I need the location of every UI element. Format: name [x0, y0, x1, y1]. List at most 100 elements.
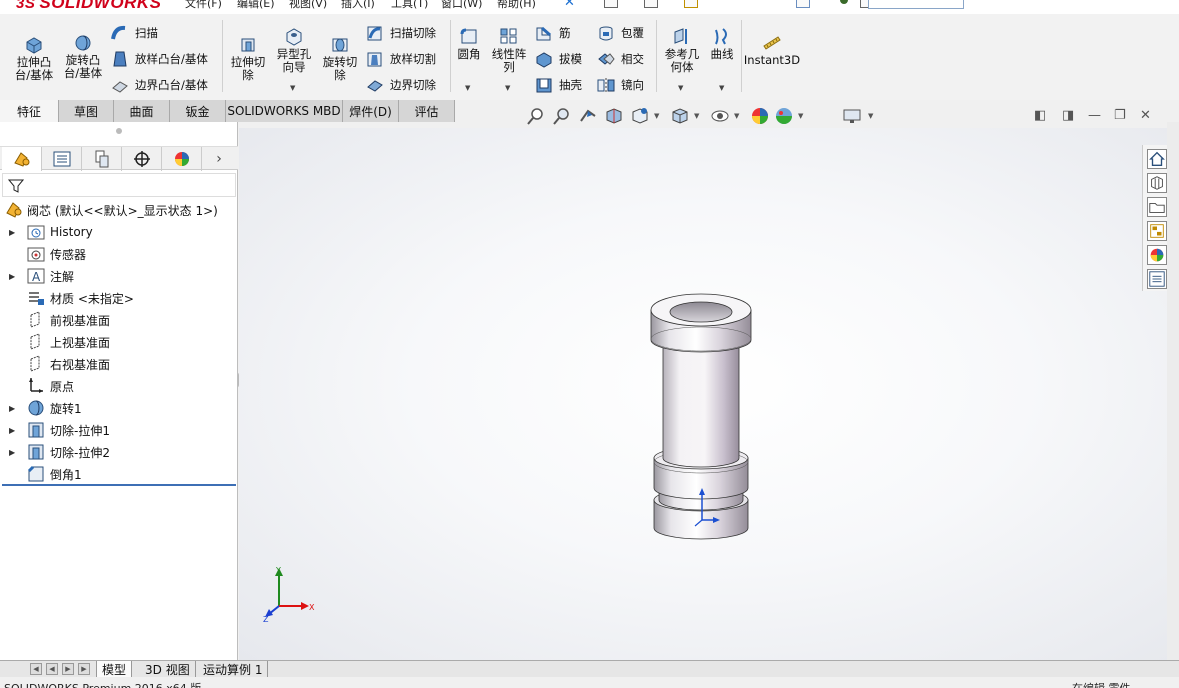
first-tab-arrow-icon[interactable]: ◀	[30, 663, 42, 675]
new-document-icon[interactable]	[604, 0, 618, 8]
menu-insert[interactable]: 插入(I)	[341, 0, 375, 11]
menu-edit[interactable]: 编辑(E)	[237, 0, 275, 11]
mirror-button[interactable]: 镜向	[596, 76, 644, 94]
swept-cut-button[interactable]: 扫描切除	[365, 24, 436, 42]
intersect-button[interactable]: 相交	[596, 50, 644, 68]
tab-mbd[interactable]: SOLIDWORKS MBD	[226, 100, 343, 122]
tab-dimxpert-manager[interactable]	[122, 147, 162, 171]
tree-item-top-plane[interactable]: 上视基准面	[0, 331, 238, 353]
lofted-cut-button[interactable]: 放样切割	[365, 50, 436, 68]
last-tab-arrow-icon[interactable]: ▶	[78, 663, 90, 675]
search-commands-input[interactable]	[868, 0, 964, 9]
menu-help[interactable]: 帮助(H)	[497, 0, 536, 11]
rib-button[interactable]: 筋	[534, 24, 571, 42]
menu-file[interactable]: 文件(F)	[185, 0, 222, 11]
restore-icon[interactable]: ❐	[1114, 108, 1126, 123]
open-icon[interactable]	[644, 0, 658, 8]
minimize-icon[interactable]: —	[1088, 108, 1101, 123]
options-icon[interactable]	[840, 0, 848, 4]
expand-arrow-icon[interactable]: ▶	[9, 228, 15, 237]
tree-item-cut-extrude2[interactable]: ▶ 切除-拉伸2	[0, 441, 238, 463]
fillet-dropdown-icon[interactable]: ▼	[465, 84, 470, 92]
section-view-icon[interactable]	[604, 106, 624, 126]
expand-arrow-icon[interactable]: ▶	[9, 426, 15, 435]
loft-boss-button[interactable]: 放样凸台/基体	[110, 50, 208, 68]
panel-grip-handle[interactable]	[116, 128, 122, 134]
boundary-cut-button[interactable]: 边界切除	[365, 76, 436, 94]
prev-tab-arrow-icon[interactable]: ◀	[46, 663, 58, 675]
tree-item-sensors[interactable]: 传感器	[0, 243, 238, 265]
tab-model[interactable]: 模型	[96, 661, 133, 677]
tree-item-chamfer1[interactable]: 倒角1	[0, 463, 238, 485]
rebuild-icon[interactable]	[684, 0, 698, 8]
tab-surfaces[interactable]: 曲面	[114, 100, 170, 122]
shell-button[interactable]: 抽壳	[534, 76, 582, 94]
expand-arrow-icon[interactable]: ▶	[9, 404, 15, 413]
display-style-dropdown-icon[interactable]: ▼	[694, 112, 699, 120]
file-explorer-icon[interactable]	[1147, 197, 1167, 217]
tab-motion-study[interactable]: 运动算例 1	[198, 661, 269, 677]
tab-sketch[interactable]: 草图	[59, 100, 114, 122]
expand-arrow-icon[interactable]: ▶	[9, 272, 15, 281]
dynamic-annotation-icon[interactable]	[630, 106, 650, 126]
extrude-cut-button[interactable]: 拉伸切 除	[226, 34, 270, 82]
rollback-bar[interactable]	[2, 484, 236, 486]
tree-filter[interactable]	[2, 173, 236, 197]
part-model-view[interactable]	[239, 128, 1167, 660]
edit-appearance-icon[interactable]	[750, 106, 770, 126]
display-style-icon[interactable]	[670, 106, 690, 126]
solidworks-logo[interactable]: 3S SOLIDWORKS	[16, 0, 161, 13]
hole-wizard-button[interactable]: 异型孔 向导	[272, 26, 316, 74]
wrap-button[interactable]: 包覆	[596, 24, 644, 42]
view-orientation-dropdown-icon[interactable]: ▼	[654, 112, 659, 120]
instant3d-button[interactable]: Instant3D	[744, 32, 800, 67]
vertical-scrollbar[interactable]	[1167, 122, 1179, 660]
tab-3d-views[interactable]: 3D 视图	[140, 661, 196, 677]
menu-tools[interactable]: 工具(T)	[391, 0, 428, 11]
design-library-icon[interactable]	[1147, 173, 1167, 193]
tree-root-part[interactable]: 阀芯 (默认<<默认>_显示状态 1>)	[0, 199, 238, 221]
sweep-button[interactable]: 扫描	[110, 24, 158, 42]
hide-show-dropdown-icon[interactable]: ▼	[734, 112, 739, 120]
custom-properties-icon[interactable]	[1147, 269, 1167, 289]
tile-left-icon[interactable]: ◧	[1034, 108, 1046, 123]
revolve-cut-button[interactable]: 旋转切 除	[318, 34, 362, 82]
tile-right-icon[interactable]: ◨	[1062, 108, 1074, 123]
close-icon[interactable]: ✕	[1140, 108, 1151, 123]
view-palette-icon[interactable]	[1147, 221, 1167, 241]
graphics-area[interactable]: Y X Z	[239, 128, 1167, 660]
tab-configuration-manager[interactable]	[82, 147, 122, 171]
appearances-icon[interactable]	[1147, 245, 1167, 265]
tab-features[interactable]: 特征	[0, 100, 59, 122]
curves-button[interactable]: 曲线	[706, 26, 738, 61]
select-icon[interactable]	[796, 0, 810, 8]
zoom-to-area-icon[interactable]	[552, 106, 572, 126]
next-tab-arrow-icon[interactable]: ▶	[62, 663, 74, 675]
tree-item-cut-extrude1[interactable]: ▶ 切除-拉伸1	[0, 419, 238, 441]
expand-arrow-icon[interactable]: ▶	[9, 448, 15, 457]
more-tabs-arrow-icon[interactable]: ›	[202, 147, 236, 171]
fillet-button[interactable]: 圆角	[452, 26, 486, 61]
hole-wizard-dropdown-icon[interactable]: ▼	[290, 84, 295, 92]
menu-window[interactable]: 窗口(W)	[441, 0, 482, 11]
reference-geometry-dropdown-icon[interactable]: ▼	[678, 84, 683, 92]
view-settings-dropdown-icon[interactable]: ▼	[868, 112, 873, 120]
tab-sheet-metal[interactable]: 钣金	[170, 100, 226, 122]
tree-item-history[interactable]: ▶ History	[0, 221, 238, 243]
linear-pattern-dropdown-icon[interactable]: ▼	[505, 84, 510, 92]
extrude-boss-button[interactable]: 拉伸凸 台/基体	[12, 34, 56, 82]
tab-feature-manager[interactable]	[2, 147, 42, 171]
reference-geometry-button[interactable]: 参考几 何体	[660, 26, 704, 74]
curves-dropdown-icon[interactable]: ▼	[719, 84, 724, 92]
pin-icon[interactable]: ✕	[564, 0, 575, 10]
tab-display-manager[interactable]	[162, 147, 202, 171]
zoom-to-fit-icon[interactable]	[526, 106, 546, 126]
tree-item-right-plane[interactable]: 右视基准面	[0, 353, 238, 375]
menu-view[interactable]: 视图(V)	[289, 0, 327, 11]
tab-property-manager[interactable]	[42, 147, 82, 171]
draft-button[interactable]: 拔模	[534, 50, 582, 68]
tree-item-annotations[interactable]: ▶ A 注解	[0, 265, 238, 287]
tab-weldments[interactable]: 焊件(D)	[343, 100, 399, 122]
revolve-boss-button[interactable]: 旋转凸 台/基体	[61, 32, 105, 80]
tree-item-revolve1[interactable]: ▶ 旋转1	[0, 397, 238, 419]
